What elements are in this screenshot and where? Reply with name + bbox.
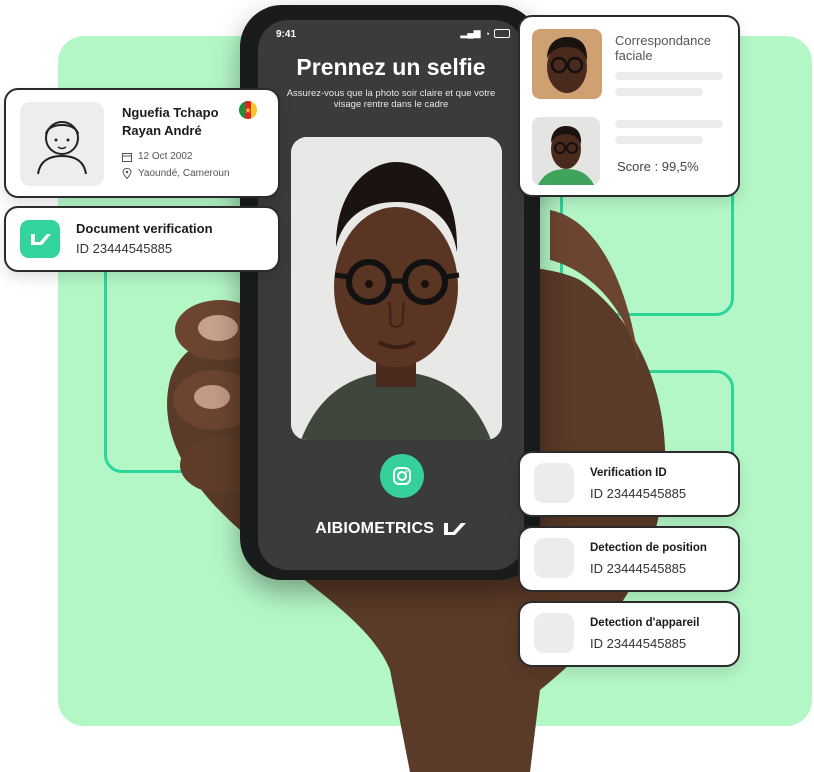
selfie-preview: [291, 137, 502, 440]
check-icon-placeholder: [534, 613, 574, 653]
cameroon-flag-icon: [239, 101, 257, 119]
check-id: ID 23444545885: [590, 486, 687, 501]
face-match-title: Correspondance faciale: [615, 33, 712, 63]
face-photo-selfie: [532, 117, 600, 185]
check-id: ID 23444545885: [590, 561, 687, 576]
face-match-score: Score : 99,5%: [617, 159, 699, 174]
check-icon-placeholder: [534, 538, 574, 578]
camera-icon: [393, 467, 411, 485]
calendar-icon: [122, 153, 132, 162]
check-title: Detection de position: [590, 542, 707, 554]
location-pin-icon: [122, 168, 132, 179]
profile-card: Nguefia Tchapo Rayan André 12 Oct 2002 Y…: [4, 88, 280, 198]
selfie-portrait: [291, 137, 502, 440]
brand-mark-icon: [443, 522, 466, 535]
user-avatar-icon: [37, 121, 87, 175]
brand-logo: AIBIOMETRICS: [258, 520, 524, 538]
signal-icon: ▂▄▆: [460, 28, 481, 38]
document-verification-card[interactable]: Document verification ID 23444545885: [4, 206, 280, 272]
profile-birthdate: 12 Oct 2002: [138, 151, 193, 162]
avatar: [20, 102, 104, 186]
status-icons: ▂▄▆ ◔: [460, 28, 510, 39]
check-title: Verification ID: [590, 467, 667, 479]
profile-name-line2: Rayan André: [122, 123, 202, 138]
capture-button[interactable]: [380, 454, 424, 498]
screen-title: Prennez un selfie: [296, 54, 486, 80]
screen-subtitle: Assurez-vous que la photo soir claire et…: [286, 88, 496, 110]
document-verification-title: Document verification: [76, 221, 213, 236]
wifi-icon: ◔: [484, 28, 490, 39]
phone-screen: 9:41 ▂▄▆ ◔ Prennez un selfie Assurez-vou…: [258, 20, 524, 570]
brand-name: AIBIOMETRICS: [315, 520, 435, 537]
check-card-verification-id[interactable]: Verification ID ID 23444545885: [518, 451, 740, 517]
check-title: Detection d'appareil: [590, 617, 700, 629]
placeholder-line: [615, 72, 723, 80]
placeholder-line: [615, 136, 703, 144]
check-icon-placeholder: [534, 463, 574, 503]
profile-name-line1: Nguefia Tchapo: [122, 105, 219, 120]
brand-check-icon: [31, 234, 51, 245]
status-time: 9:41: [276, 29, 297, 40]
document-icon-box: [20, 220, 60, 258]
battery-icon: [494, 29, 510, 38]
profile-location: Yaoundé, Cameroun: [138, 168, 230, 179]
face-match-card: Correspondance faciale Score : 99,5%: [518, 15, 740, 197]
check-id: ID 23444545885: [590, 636, 687, 651]
placeholder-line: [615, 120, 723, 128]
document-verification-id: ID 23444545885: [76, 241, 173, 256]
check-card-position-detection[interactable]: Detection de position ID 23444545885: [518, 526, 740, 592]
placeholder-line: [615, 88, 703, 96]
face-photo-reference: [532, 29, 602, 99]
check-card-device-detection[interactable]: Detection d'appareil ID 23444545885: [518, 601, 740, 667]
